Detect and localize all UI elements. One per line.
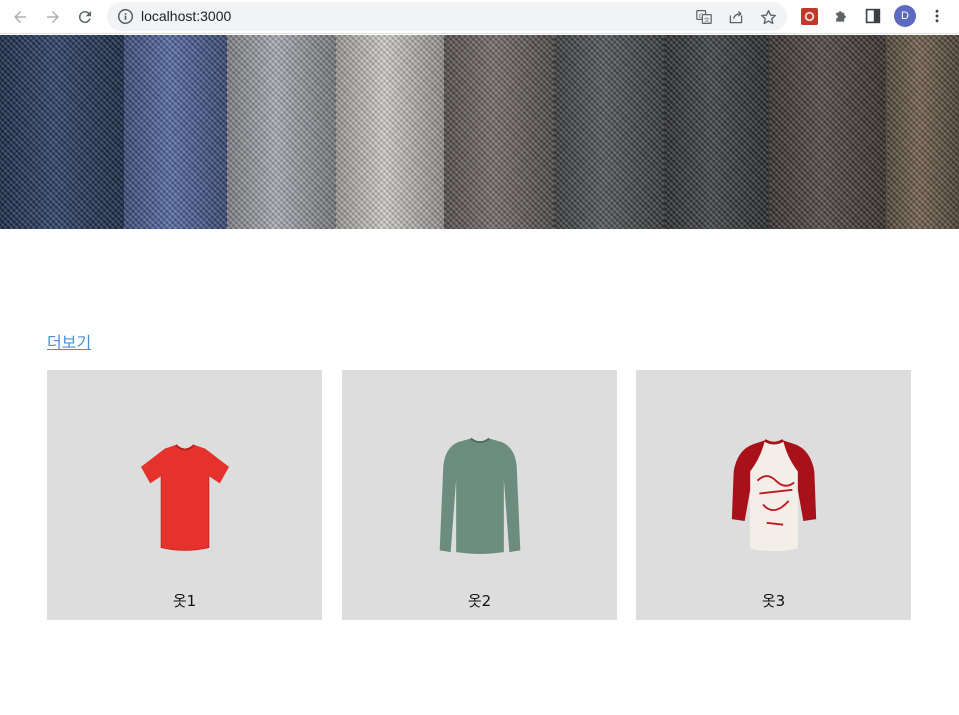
raglan-tshirt-image bbox=[714, 424, 834, 574]
puzzle-extensions-icon[interactable] bbox=[832, 7, 850, 25]
menu-dots-icon[interactable] bbox=[928, 7, 946, 25]
url-text[interactable]: localhost:3000 bbox=[141, 8, 231, 25]
fabric-swatch bbox=[554, 35, 664, 229]
bookmark-star-icon[interactable] bbox=[759, 8, 777, 26]
fabric-swatch bbox=[0, 35, 124, 229]
fabric-swatch bbox=[886, 35, 959, 229]
info-icon[interactable] bbox=[117, 8, 134, 25]
red-tshirt-image bbox=[125, 424, 245, 574]
share-icon[interactable] bbox=[727, 8, 745, 26]
reload-icon[interactable] bbox=[73, 5, 97, 29]
fabric-swatch bbox=[444, 35, 554, 229]
browser-toolbar: localhost:3000 G文 D bbox=[0, 0, 959, 34]
hero-fabric-banner bbox=[0, 35, 959, 229]
more-link[interactable]: 더보기 bbox=[47, 329, 91, 353]
fabric-swatch bbox=[664, 35, 769, 229]
address-bar[interactable]: localhost:3000 G文 bbox=[107, 2, 787, 31]
product-name: 옷3 bbox=[761, 592, 786, 610]
green-longsleeve-image bbox=[420, 424, 540, 574]
fabric-swatch bbox=[227, 35, 336, 229]
fabric-swatch bbox=[336, 35, 444, 229]
forward-icon[interactable] bbox=[41, 5, 65, 29]
product-name: 옷1 bbox=[172, 592, 197, 610]
side-panel-icon[interactable] bbox=[864, 7, 882, 25]
product-card[interactable]: 옷2 bbox=[342, 370, 617, 620]
profile-avatar[interactable]: D bbox=[894, 5, 916, 27]
fabric-swatch bbox=[124, 35, 227, 229]
product-name: 옷2 bbox=[467, 592, 492, 610]
extension-app-icon[interactable] bbox=[800, 7, 818, 25]
fabric-swatch bbox=[769, 35, 886, 229]
product-card[interactable]: 옷1 bbox=[47, 370, 322, 620]
product-card[interactable]: 옷3 bbox=[636, 370, 911, 620]
translate-icon[interactable]: G文 bbox=[695, 8, 713, 26]
back-icon[interactable] bbox=[8, 5, 32, 29]
